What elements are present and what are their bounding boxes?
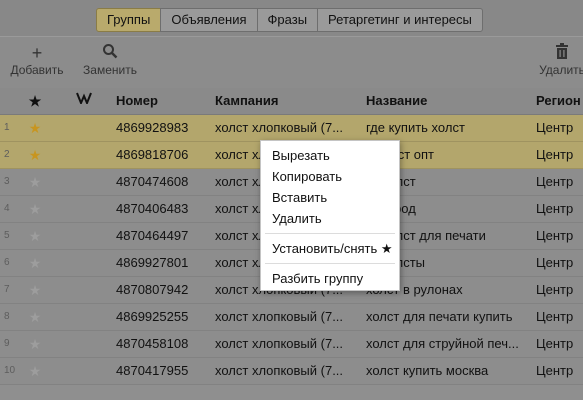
group-name-cell: где купить холст [366,120,465,135]
tabs: Группы Объявления Фразы Ретаргетинг и ин… [96,8,483,32]
name-column-header[interactable]: Название [366,88,521,114]
menu-separator [265,233,395,234]
star-icon[interactable]: ★ [26,277,44,303]
delete-button-label: Удалить [539,63,583,77]
group-name-cell: холст купить москва [366,363,489,378]
delete-button[interactable]: Удалить [533,43,583,77]
group-id-cell: 4870417955 [116,363,189,378]
region-cell: Центр [536,309,574,324]
star-icon[interactable]: ★ [26,169,44,195]
region-cell: Центр [536,201,574,216]
region-cell: Центр [536,120,574,135]
id-column-header[interactable]: Номер [116,88,210,114]
moderation-cell [74,115,94,141]
row-number: 3 [4,176,10,187]
row-number: 9 [4,338,10,349]
menu-item-split-group[interactable]: Разбить группу [261,268,399,289]
menu-item-toggle-star[interactable]: Установить/снять ★ [261,238,399,259]
add-button[interactable]: + Добавить [8,43,66,77]
star-icon[interactable]: ★ [26,142,44,168]
group-id-cell: 4870807942 [116,282,189,297]
region-cell: Центр [536,363,574,378]
region-cell: Центр [536,174,574,189]
moderation-cell [74,223,94,249]
star-icon[interactable]: ★ [26,331,44,357]
region-cell: Центр [536,336,574,351]
row-number: 6 [4,257,10,268]
row-number: 10 [4,365,16,376]
campaign-cell: холст хлопковый (7... [215,120,344,135]
moderation-cell [74,196,94,222]
replace-button-label: Заменить [83,63,137,77]
group-id-cell: 4870464497 [116,228,189,243]
region-cell: Центр [536,228,574,243]
group-id-cell: 4869927801 [116,255,189,270]
plus-icon: + [31,43,43,63]
tab-retargeting[interactable]: Ретаргетинг и интересы [317,8,483,32]
star-icon[interactable]: ★ [26,223,44,249]
toolbar: + Добавить Заменить Удалить [0,36,583,89]
tab-groups[interactable]: Группы [96,8,162,32]
moderation-cell [74,142,94,168]
row-number: 2 [4,149,10,160]
star-icon[interactable]: ★ [26,358,44,384]
context-menu: Вырезать Копировать Вставить Удалить Уст… [260,140,400,291]
row-number: 5 [4,230,10,241]
region-cell: Центр [536,255,574,270]
moderation-cell [74,358,94,384]
group-id-cell: 4870406483 [116,201,189,216]
star-icon[interactable]: ★ [26,304,44,330]
table-row[interactable]: 8 ★ 4869925255 холст хлопковый (7... холст д… [0,304,583,331]
moderation-cell [74,250,94,276]
campaign-cell: холст хлопковый (7... [215,309,344,324]
group-id-cell: 4869925255 [116,309,189,324]
menu-separator [265,263,395,264]
table-row[interactable]: 10 ★ 4870417955 холст хлопковый (7... холст … [0,358,583,385]
menu-item-delete[interactable]: Удалить [261,208,399,229]
row-number: 1 [4,122,10,133]
star-icon[interactable]: ★ [26,115,44,141]
menu-item-copy[interactable]: Копировать [261,166,399,187]
row-number: 7 [4,284,10,295]
table-row[interactable]: 1 ★ 4869928983 холст хлопковый (7... где куп… [0,115,583,142]
menu-item-cut[interactable]: Вырезать [261,145,399,166]
row-number: 8 [4,311,10,322]
group-id-cell: 4869928983 [116,120,189,135]
group-id-cell: 4870458108 [116,336,189,351]
campaign-cell: холст хлопковый (7... [215,363,344,378]
campaign-column-header[interactable]: Кампания [215,88,360,114]
star-icon[interactable]: ★ [26,250,44,276]
region-cell: Центр [536,147,574,162]
star-icon[interactable]: ★ [26,196,44,222]
group-name-cell: холст для струйной печ... [366,336,519,351]
moderation-cell [74,304,94,330]
add-button-label: Добавить [10,63,64,77]
group-id-cell: 4870474608 [116,174,189,189]
campaign-cell: холст хлопковый (7... [215,336,344,351]
row-number: 4 [4,203,10,214]
region-cell: Центр [536,282,574,297]
moderation-cell [74,331,94,357]
trash-icon [533,43,583,63]
search-icon [81,43,139,63]
table-row[interactable]: 9 ★ 4870458108 холст хлопковый (7... холст д… [0,331,583,358]
group-id-cell: 4869818706 [116,147,189,162]
moderation-cell [74,277,94,303]
tab-ads[interactable]: Объявления [160,8,258,32]
star-column-header[interactable]: ★ [26,88,44,114]
region-column-header[interactable]: Регион [536,88,583,114]
table-header: ★ Номер Кампания Название Регион [0,88,583,115]
moderation-cell [74,169,94,195]
tab-phrases[interactable]: Фразы [256,8,319,32]
tab-bar: Группы Объявления Фразы Ретаргетинг и ин… [0,0,583,36]
menu-item-paste[interactable]: Вставить [261,187,399,208]
replace-button[interactable]: Заменить [81,43,139,77]
moderation-column-header[interactable] [74,88,94,114]
group-name-cell: холст для печати купить [366,309,513,324]
